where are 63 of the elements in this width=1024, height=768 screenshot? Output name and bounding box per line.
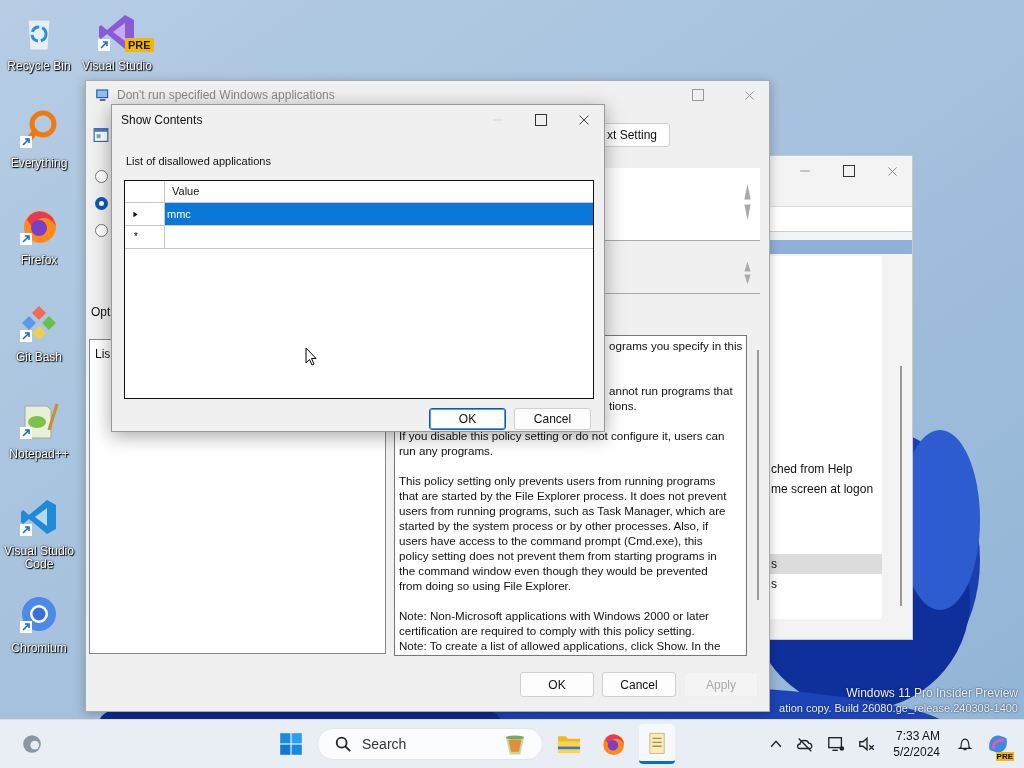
scrollbar[interactable] [900,366,902,606]
maximize-icon[interactable] [535,114,547,126]
window-title: Don't run specified Windows applications [117,88,336,102]
firefox-icon [600,731,626,758]
help-text: This policy setting only prevents users from running programs [399,473,717,488]
new-row-marker: * [133,230,138,244]
help-text: If you disable this policy setting or do not configure it, users can [399,428,726,443]
help-text: certification are required to comply with this policy setting. [399,623,696,638]
help-text: users from running programs, such as Task Manager, which are [399,503,727,518]
help-text: that are started by the File Explorer process. It does not prevent [399,488,728,503]
search-field[interactable]: Search [317,728,543,761]
close-icon[interactable] [578,114,590,126]
radio-button[interactable] [95,224,108,237]
pre-badge: PRE [995,752,1014,762]
window-title: Show Contents [121,113,204,127]
cursor-icon [305,347,317,366]
help-text: users have access to the command prompt (Cmd.exe), this [399,533,704,548]
help-text: policy setting does not prevent them from starting programs in [399,548,718,563]
options-label: Opt [90,304,112,321]
settings-page-icon [93,127,109,143]
list-item[interactable]: ched from Help [769,459,882,479]
help-text: started by the system process or by other processes. Also, if [399,518,710,533]
start-icon[interactable] [279,732,303,757]
dialog-button[interactable]: Cancel [602,672,676,697]
dialog-button[interactable]: Cancel [514,408,591,430]
magnifier-icon[interactable] [19,109,59,149]
maximize-icon[interactable] [843,165,855,177]
scrollbar[interactable] [757,350,759,600]
row-header[interactable]: * [125,226,165,248]
taskbar-app[interactable] [639,724,675,765]
help-text: run any programs. [399,443,495,458]
speaker-muted-icon[interactable] [858,735,877,754]
help-text: Note: To create a list of allowed applications, click Show. In the [399,638,722,653]
radio-button[interactable] [95,170,108,183]
watermark-text: Windows 11 Pro Insider Preview [845,686,1018,701]
help-text: the command window even though they would be prevented [399,563,709,578]
list-item[interactable]: s [769,554,882,574]
help-text: from doing so using File Explorer. [399,578,573,593]
list-item[interactable]: s [769,574,882,594]
help-text: annot run programs that [609,383,734,398]
list-item[interactable]: me screen at logon [769,479,882,499]
bell-icon[interactable] [957,736,973,753]
pre-badge: PRE [125,38,154,52]
dialog-button[interactable]: OK [520,672,594,697]
column-header[interactable]: Value [165,181,593,202]
table-cell[interactable]: mmc [165,203,593,225]
help-text: tions. [609,398,638,413]
radio-button[interactable] [95,197,108,210]
code-editor-icon[interactable] [19,497,59,537]
diamonds-icon[interactable] [19,303,59,343]
help-text: Note: Non-Microsoft applications with Windows 2000 or later [399,608,710,623]
chromium-icon[interactable] [19,594,59,634]
search-icon [334,735,352,754]
dialog-button[interactable]: OK [429,408,506,430]
monitor-icon[interactable] [827,735,846,754]
cloud-off-icon[interactable] [796,735,815,754]
options-text: Lis [95,347,111,361]
weather-icon[interactable] [21,733,43,756]
row-pointer-icon [132,209,139,219]
computer-icon [95,87,111,103]
list-label: List of disallowed applications [125,155,272,167]
help-text: ograms you specify in this [609,338,742,353]
clock[interactable]: 7:33 AM 5/2/2024 [889,728,944,761]
